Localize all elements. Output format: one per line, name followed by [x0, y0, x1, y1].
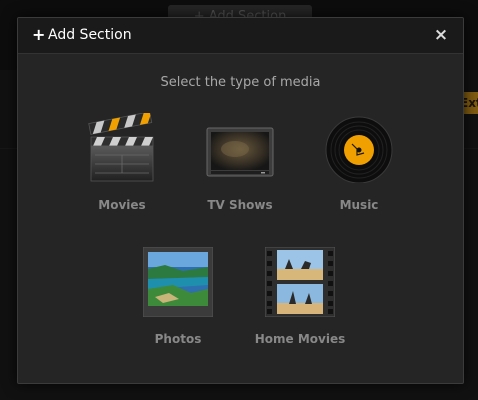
media-label-photos: Photos	[154, 332, 202, 346]
photo-icon	[143, 247, 213, 317]
media-label-movies: Movies	[98, 198, 146, 212]
tv-icon	[206, 127, 274, 177]
film-strip-icon	[265, 247, 335, 317]
media-label-home-movies: Home Movies	[254, 332, 346, 346]
clapperboard-icon	[88, 113, 154, 182]
media-type-prompt: Select the type of media	[160, 75, 321, 90]
media-type-music[interactable]: Music	[304, 113, 414, 223]
vinyl-record-icon	[325, 116, 393, 183]
dialog-title: Add Section	[48, 27, 132, 43]
close-icon[interactable]: ×	[433, 27, 449, 44]
media-type-photos[interactable]: Photos	[123, 247, 233, 357]
dialog-header: + Add Section ×	[18, 18, 463, 54]
media-type-movies[interactable]: Movies	[67, 113, 177, 223]
media-type-home-movies[interactable]: Home Movies	[245, 247, 355, 357]
add-section-dialog: + Add Section × Select the type of media	[17, 17, 464, 384]
media-label-music: Music	[339, 198, 379, 212]
media-label-tv-shows: TV Shows	[207, 198, 273, 212]
media-type-tv-shows[interactable]: TV Shows	[185, 113, 295, 223]
plus-icon: +	[32, 25, 46, 44]
